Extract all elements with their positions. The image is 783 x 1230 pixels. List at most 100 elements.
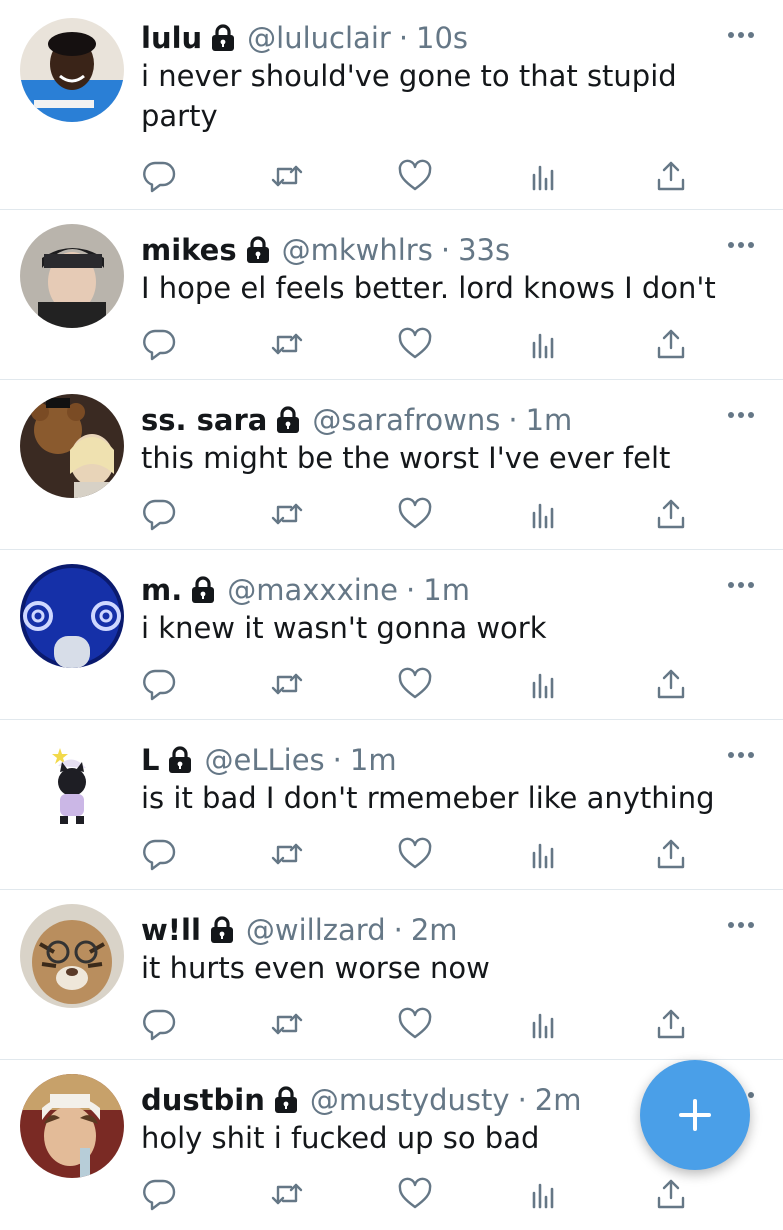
display-name[interactable]: L (141, 742, 159, 778)
more-dots-icon[interactable] (727, 750, 755, 760)
analytics-icon[interactable] (525, 496, 561, 532)
timestamp[interactable]: 1m (350, 742, 397, 778)
display-name[interactable]: lulu (141, 20, 202, 56)
reply-icon[interactable] (141, 496, 177, 532)
tweet[interactable]: w!ll @willzard · 2m it hurts even worse … (0, 890, 783, 1060)
separator-dot: · (393, 913, 403, 947)
separator-dot: · (398, 21, 409, 55)
reply-icon[interactable] (141, 326, 177, 362)
tweet-header: w!ll @willzard · 2m (141, 912, 458, 948)
display-name[interactable]: m. (141, 572, 182, 608)
lock-icon (243, 235, 273, 265)
avatar[interactable] (20, 564, 124, 668)
reply-icon[interactable] (141, 1006, 177, 1042)
analytics-icon[interactable] (525, 158, 561, 194)
retweet-icon[interactable] (269, 326, 305, 362)
like-heart-icon[interactable] (397, 1006, 433, 1042)
analytics-icon[interactable] (525, 836, 561, 872)
user-handle[interactable]: @willzard (246, 912, 386, 948)
share-icon[interactable] (653, 496, 689, 532)
like-heart-icon[interactable] (397, 836, 433, 872)
display-name[interactable]: w!ll (141, 912, 201, 948)
share-icon[interactable] (653, 326, 689, 362)
timestamp[interactable]: 2m (411, 912, 458, 948)
user-handle[interactable]: @mkwhlrs (282, 232, 433, 268)
separator-dot: · (440, 233, 451, 267)
user-handle[interactable]: @mustydusty (310, 1082, 510, 1118)
reply-icon[interactable] (141, 158, 177, 194)
separator-dot: · (508, 403, 518, 437)
reply-icon[interactable] (141, 1176, 177, 1212)
timestamp[interactable]: 1m (526, 402, 573, 438)
user-handle[interactable]: @maxxxine (227, 572, 398, 608)
reply-icon[interactable] (141, 836, 177, 872)
avatar[interactable] (20, 904, 124, 1008)
like-heart-icon[interactable] (397, 158, 433, 194)
timestamp[interactable]: 33s (458, 232, 510, 268)
tweet-actions (141, 836, 701, 872)
tweet-actions (141, 496, 701, 532)
tweet[interactable]: m. @maxxxine · 1m i knew it wasn't gonna… (0, 550, 783, 720)
separator-dot: · (332, 743, 342, 777)
timeline-feed: lulu @luluclair · 10s i never should've … (0, 0, 783, 1230)
avatar[interactable] (20, 224, 124, 328)
tweet-actions (141, 1006, 701, 1042)
retweet-icon[interactable] (269, 836, 305, 872)
separator-dot: · (406, 573, 416, 607)
like-heart-icon[interactable] (397, 326, 433, 362)
tweet-text: this might be the worst I've ever felt (141, 441, 671, 475)
display-name[interactable]: dustbin (141, 1082, 265, 1118)
tweet-text: is it bad I don't rmemeber like anything (141, 781, 715, 815)
retweet-icon[interactable] (269, 158, 305, 194)
retweet-icon[interactable] (269, 496, 305, 532)
lock-icon (165, 745, 195, 775)
share-icon[interactable] (653, 1006, 689, 1042)
tweet-actions (141, 1176, 701, 1212)
tweet[interactable]: lulu @luluclair · 10s i never should've … (0, 0, 783, 210)
retweet-icon[interactable] (269, 1006, 305, 1042)
lock-icon (207, 915, 237, 945)
compose-tweet-button[interactable] (640, 1060, 750, 1170)
lock-icon (271, 1085, 301, 1115)
tweet-header: m. @maxxxine · 1m (141, 572, 470, 608)
timestamp[interactable]: 10s (416, 20, 468, 56)
analytics-icon[interactable] (525, 666, 561, 702)
user-handle[interactable]: @sarafrowns (312, 402, 500, 438)
user-handle[interactable]: @luluclair (247, 20, 391, 56)
retweet-icon[interactable] (269, 1176, 305, 1212)
avatar[interactable] (20, 734, 124, 838)
tweet-text: i knew it wasn't gonna work (141, 611, 547, 645)
share-icon[interactable] (653, 1176, 689, 1212)
avatar[interactable] (20, 394, 124, 498)
like-heart-icon[interactable] (397, 496, 433, 532)
analytics-icon[interactable] (525, 1006, 561, 1042)
share-icon[interactable] (653, 158, 689, 194)
tweet[interactable]: mikes @mkwhlrs · 33s I hope el feels bet… (0, 210, 783, 380)
lock-icon (208, 23, 238, 53)
avatar[interactable] (20, 18, 124, 122)
avatar[interactable] (20, 1074, 124, 1178)
timestamp[interactable]: 1m (423, 572, 470, 608)
tweet-text: it hurts even worse now (141, 951, 490, 985)
tweet[interactable]: ss. sara @sarafrowns · 1m this might be … (0, 380, 783, 550)
analytics-icon[interactable] (525, 1176, 561, 1212)
display-name[interactable]: mikes (141, 232, 237, 268)
user-handle[interactable]: @eLLies (204, 742, 324, 778)
share-icon[interactable] (653, 836, 689, 872)
tweet-header: mikes @mkwhlrs · 33s (141, 232, 510, 268)
share-icon[interactable] (653, 666, 689, 702)
like-heart-icon[interactable] (397, 666, 433, 702)
tweet-header: L @eLLies · 1m (141, 742, 397, 778)
analytics-icon[interactable] (525, 326, 561, 362)
timestamp[interactable]: 2m (535, 1082, 582, 1118)
more-dots-icon[interactable] (727, 920, 755, 930)
more-dots-icon[interactable] (727, 240, 755, 250)
display-name[interactable]: ss. sara (141, 402, 267, 438)
more-dots-icon[interactable] (727, 30, 755, 40)
tweet[interactable]: L @eLLies · 1m is it bad I don't rmemebe… (0, 720, 783, 890)
like-heart-icon[interactable] (397, 1176, 433, 1212)
reply-icon[interactable] (141, 666, 177, 702)
more-dots-icon[interactable] (727, 580, 755, 590)
retweet-icon[interactable] (269, 666, 305, 702)
more-dots-icon[interactable] (727, 410, 755, 420)
